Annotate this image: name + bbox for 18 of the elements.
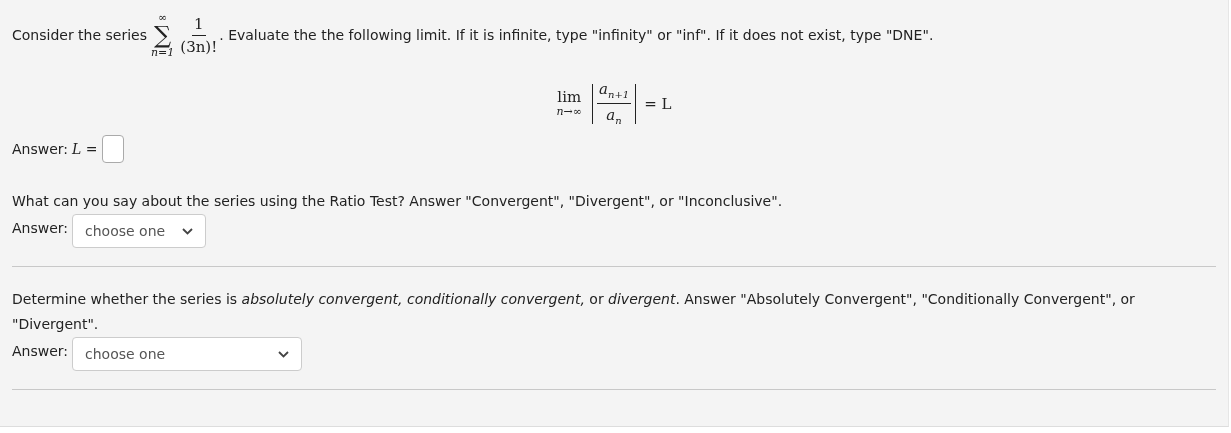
- answer-input[interactable]: [101, 135, 124, 163]
- question-text: . Evaluate the the following limit. If it is infinite, type "infinity" or "inf". If it does not exist, type "DNE".: [219, 27, 934, 43]
- answer-dropdown[interactable]: choose one: [72, 337, 303, 371]
- question-text: Consider the series: [12, 27, 147, 43]
- answer-dropdown[interactable]: choose one: [72, 214, 207, 248]
- fraction: 1 (3n)!: [179, 14, 219, 56]
- fraction: a$_{n+1}$ a$_{n}$: [597, 80, 632, 127]
- question-text: What can you say about the series using the Ratio Test? Answer "Convergent", "Divergent", or "Inconclusive".: [12, 192, 784, 211]
- answer-label: Answer:: [12, 343, 69, 359]
- limit-operator: lim n→∞: [556, 89, 582, 118]
- summation: ∞ ∑ n=1: [151, 12, 175, 58]
- equation-text: = L: [644, 94, 672, 113]
- chevron-down-icon: [278, 350, 290, 358]
- question-text: Determine whether the series is absolutely convergent, conditionally convergent, or divergent. Answer "Absolutely Convergent", "Conditionally Convergent", or "Divergent".: [12, 290, 1136, 334]
- chevron-down-icon: [182, 227, 194, 235]
- equation-text: L =: [72, 141, 98, 157]
- answer-label: Answer:: [12, 141, 69, 157]
- answer-label: Answer:: [12, 220, 69, 236]
